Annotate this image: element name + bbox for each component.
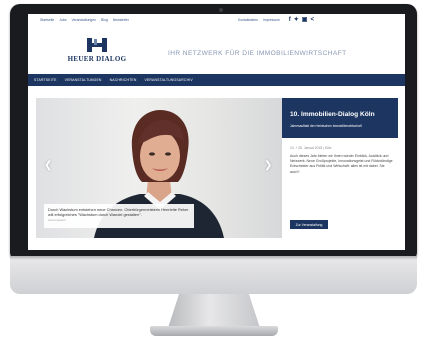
event-panel: 10. Immobilien-Dialog Köln Jahresauftakt…	[282, 98, 398, 238]
nav-item-startseite[interactable]: STARTSEITE	[34, 78, 57, 82]
social-links: f ✦ ▣ <	[289, 17, 314, 23]
chevron-left-icon[interactable]: ❮	[44, 160, 52, 171]
share-icon[interactable]: <	[310, 17, 314, 23]
hero-slider[interactable]: ❮ ❯ Durch Wachstum entstehen neue Chance…	[36, 98, 282, 238]
hero-caption-credit: Lorem Ipsum	[48, 218, 66, 222]
event-subtitle: Jahresauftakt der rheinischen Immobilien…	[290, 124, 362, 128]
event-title[interactable]: 10. Immobilien-Dialog Köln	[290, 111, 375, 118]
hero-caption-text: Durch Wachstum entstehen neue Chancen. O…	[48, 207, 189, 217]
top-link-newsletter[interactable]: Newsletter	[113, 18, 129, 22]
top-link-kontakt[interactable]: Kontaktdaten	[238, 18, 258, 22]
top-link-blog[interactable]: Blog	[101, 18, 108, 22]
monitor-stand	[168, 294, 260, 328]
top-links: Startseite Jobs Veranstaltungen Blog New…	[40, 18, 129, 22]
top-bar: Startseite Jobs Veranstaltungen Blog New…	[28, 14, 405, 26]
nav-item-archiv[interactable]: VERANSTALTUNGSARCHIV	[144, 78, 192, 82]
monitor-stand-base	[150, 326, 278, 336]
brand-name: HEUER DIALOG	[67, 55, 127, 63]
top-link-startseite[interactable]: Startseite	[40, 18, 54, 22]
top-link-veranstaltungen[interactable]: Veranstaltungen	[72, 18, 97, 22]
brand-logo[interactable]: HEUER DIALOG	[62, 36, 132, 70]
main-nav: STARTSEITE VERANSTALTUNGEN NACHRICHTEN V…	[28, 74, 405, 86]
top-link-impressum[interactable]: Impressum	[263, 18, 280, 22]
twitter-icon[interactable]: ✦	[294, 17, 299, 23]
top-link-jobs[interactable]: Jobs	[59, 18, 66, 22]
event-header: 10. Immobilien-Dialog Köln Jahresauftakt…	[282, 98, 398, 138]
event-description: Auch dieses Jahr bieten wir Ihnen wieder…	[290, 154, 393, 174]
camera-icon	[219, 8, 223, 12]
site-tagline: IHR NETZWERK FÜR DIE IMMOBILIENWIRTSCHAF…	[168, 50, 347, 57]
nav-item-veranstaltungen[interactable]: VERANSTALTUNGEN	[65, 78, 102, 82]
event-cta-button[interactable]: Zur Veranstaltung	[290, 220, 328, 229]
top-right-links: Kontaktdaten Impressum f ✦ ▣ <	[238, 17, 314, 23]
chevron-right-icon[interactable]: ❯	[264, 160, 272, 171]
website-screen: Startseite Jobs Veranstaltungen Blog New…	[28, 14, 405, 250]
nav-item-nachrichten[interactable]: NACHRICHTEN	[110, 78, 137, 82]
event-date: 24. + 25. Januar 2018 | Köln	[290, 146, 332, 150]
youtube-icon[interactable]: ▣	[302, 17, 308, 23]
logo-mark-icon	[87, 38, 107, 52]
facebook-icon[interactable]: f	[289, 17, 291, 23]
chin-shadow	[10, 256, 417, 260]
hero-caption: Durch Wachstum entstehen neue Chancen. O…	[44, 204, 194, 228]
monitor-chin	[10, 256, 417, 294]
